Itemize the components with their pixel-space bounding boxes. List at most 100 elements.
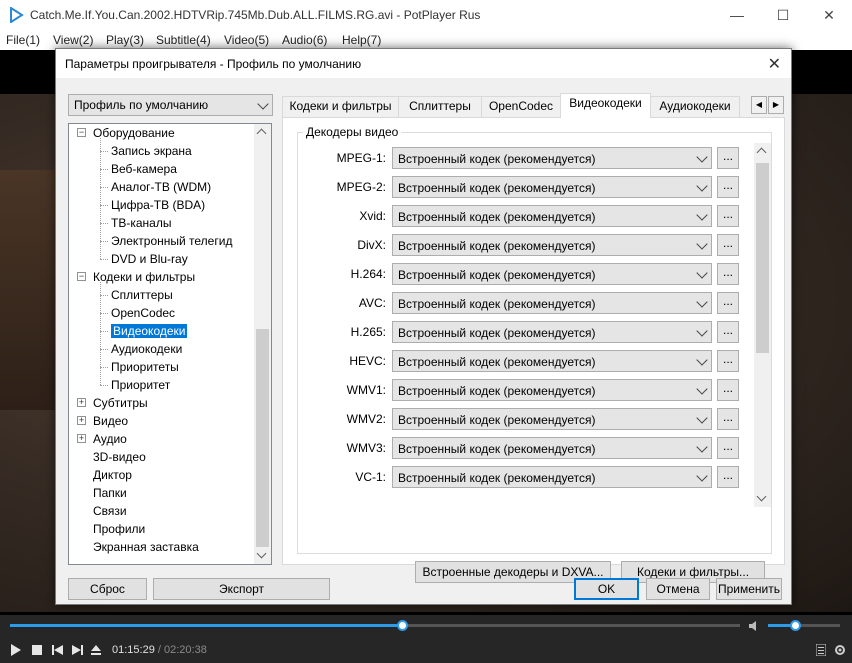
decoder-settings-button[interactable]: ... — [717, 321, 739, 343]
seek-handle[interactable] — [397, 620, 408, 631]
decoder-dropdown[interactable]: Встроенный кодек (рекомендуется) — [392, 176, 712, 198]
collapse-icon[interactable]: − — [77, 128, 86, 137]
tree-item[interactable]: ТВ-каналы — [111, 214, 171, 232]
decoder-settings-button[interactable]: ... — [717, 408, 739, 430]
tab-item[interactable]: Аудиокодеки — [650, 96, 740, 117]
decoder-dropdown[interactable]: Встроенный кодек (рекомендуется) — [392, 466, 712, 488]
next-icon[interactable] — [72, 645, 83, 655]
tree-item[interactable]: DVD и Blu-ray — [111, 250, 188, 268]
decoder-settings-button[interactable]: ... — [717, 205, 739, 227]
decoder-settings-button[interactable]: ... — [717, 350, 739, 372]
tree-item[interactable]: 3D-видео — [93, 448, 146, 466]
dialog-close-icon[interactable]: ✕ — [768, 54, 781, 74]
volume-slider[interactable] — [768, 620, 840, 631]
expand-icon[interactable]: + — [77, 398, 86, 407]
tree-item[interactable]: Приоритет — [111, 376, 170, 394]
tree-item[interactable]: Приоритеты — [111, 358, 179, 376]
tree-item[interactable]: Аудио — [93, 430, 127, 448]
scroll-up-icon[interactable] — [756, 147, 767, 158]
expand-icon[interactable]: + — [77, 434, 86, 443]
menu-file[interactable]: File(1) — [6, 33, 40, 47]
collapse-icon[interactable]: − — [77, 272, 86, 281]
decoder-dropdown[interactable]: Встроенный кодек (рекомендуется) — [392, 379, 712, 401]
decoder-dropdown[interactable]: Встроенный кодек (рекомендуется) — [392, 350, 712, 372]
tree-item[interactable]: Аудиокодеки — [111, 340, 182, 358]
speaker-icon[interactable] — [748, 620, 760, 632]
tab-scroll-left-icon[interactable]: ◀ — [751, 96, 767, 114]
menu-view[interactable]: View(2) — [53, 33, 93, 47]
scroll-up-icon[interactable] — [256, 128, 267, 139]
stop-icon[interactable] — [32, 645, 42, 655]
decoder-settings-button[interactable]: ... — [717, 147, 739, 169]
tab-item[interactable]: OpenCodec — [481, 96, 561, 117]
tab-item[interactable]: Кодеки и фильтры — [282, 96, 399, 117]
tree-item[interactable]: Папки — [93, 484, 127, 502]
reset-button[interactable]: Сброс — [68, 578, 147, 600]
settings-tree[interactable]: Оборудование − Запись экрана Веб-камера Анал… — [68, 123, 272, 565]
tree-item[interactable]: Кодеки и фильтры — [93, 268, 195, 286]
menu-video[interactable]: Video(5) — [224, 33, 269, 47]
tab-item[interactable]: Видеокодеки — [560, 93, 651, 118]
tree-item[interactable]: Цифра-ТВ (BDA) — [111, 196, 205, 214]
tree-item[interactable]: Профили — [93, 520, 145, 538]
decoder-settings-button[interactable]: ... — [717, 234, 739, 256]
decoders-scroll-thumb[interactable] — [756, 163, 769, 353]
tree-item[interactable]: Оборудование — [93, 124, 175, 142]
expand-icon[interactable]: + — [77, 416, 86, 425]
maximize-button[interactable]: ☐ — [760, 0, 806, 30]
tree-scroll-thumb[interactable] — [256, 329, 269, 547]
cancel-button[interactable]: Отмена — [646, 578, 710, 600]
decoder-dropdown[interactable]: Встроенный кодек (рекомендуется) — [392, 321, 712, 343]
scroll-down-icon[interactable] — [256, 548, 267, 559]
tree-item[interactable]: Связи — [93, 502, 127, 520]
tree-item[interactable]: Видео — [93, 412, 128, 430]
play-icon[interactable] — [10, 644, 22, 656]
decoder-settings-button[interactable]: ... — [717, 466, 739, 488]
tab-scroll-right-icon[interactable]: ▶ — [768, 96, 784, 114]
decoder-settings-button[interactable]: ... — [717, 176, 739, 198]
volume-handle[interactable] — [790, 620, 802, 631]
tree-item[interactable]: Веб-камера — [111, 160, 177, 178]
tree-item[interactable]: Видеокодеки — [111, 322, 188, 340]
tree-item[interactable]: Сплиттеры — [111, 286, 173, 304]
menu-help[interactable]: Help(7) — [342, 33, 381, 47]
decoder-settings-button[interactable]: ... — [717, 379, 739, 401]
profile-dropdown[interactable]: Профиль по умолчанию — [68, 94, 273, 116]
decoder-settings-button[interactable]: ... — [717, 263, 739, 285]
tab-item[interactable]: Сплиттеры — [398, 96, 482, 117]
tree-item[interactable]: Аналог-ТВ (WDM) — [111, 178, 211, 196]
export-button[interactable]: Экспорт — [153, 578, 330, 600]
minimize-button[interactable]: — — [714, 0, 760, 30]
tree-scrollbar[interactable] — [254, 124, 271, 564]
scroll-down-icon[interactable] — [756, 491, 767, 502]
menu-audio[interactable]: Audio(6) — [282, 33, 327, 47]
tree-item[interactable]: Субтитры — [93, 394, 148, 412]
tree-item[interactable]: Диктор — [93, 466, 132, 484]
close-button[interactable]: ✕ — [806, 0, 852, 30]
playlist-icon[interactable] — [816, 644, 826, 656]
tree-item[interactable]: OpenCodec — [111, 304, 175, 322]
menu-play[interactable]: Play(3) — [106, 33, 144, 47]
tree-item[interactable]: Запись экрана — [111, 142, 192, 160]
decoder-settings-button[interactable]: ... — [717, 292, 739, 314]
decoder-dropdown[interactable]: Встроенный кодек (рекомендуется) — [392, 234, 712, 256]
decoder-dropdown[interactable]: Встроенный кодек (рекомендуется) — [392, 147, 712, 169]
tree-item[interactable]: Электронный телегид — [111, 232, 232, 250]
tree-connector — [100, 331, 108, 332]
settings-icon[interactable] — [834, 644, 846, 656]
decoder-dropdown[interactable]: Встроенный кодек (рекомендуется) — [392, 263, 712, 285]
tree-item-label: Субтитры — [93, 396, 148, 410]
menu-subtitle[interactable]: Subtitle(4) — [156, 33, 211, 47]
seek-bar[interactable] — [10, 620, 740, 631]
eject-icon[interactable] — [91, 645, 101, 655]
decoder-dropdown[interactable]: Встроенный кодек (рекомендуется) — [392, 437, 712, 459]
apply-button[interactable]: Применить — [716, 578, 782, 600]
tree-item[interactable]: Экранная заставка — [93, 538, 199, 556]
decoders-scrollbar[interactable] — [754, 143, 771, 507]
decoder-dropdown[interactable]: Встроенный кодек (рекомендуется) — [392, 292, 712, 314]
decoder-settings-button[interactable]: ... — [717, 437, 739, 459]
ok-button[interactable]: OK — [574, 578, 639, 600]
previous-icon[interactable] — [52, 645, 63, 655]
decoder-dropdown[interactable]: Встроенный кодек (рекомендуется) — [392, 205, 712, 227]
decoder-dropdown[interactable]: Встроенный кодек (рекомендуется) — [392, 408, 712, 430]
